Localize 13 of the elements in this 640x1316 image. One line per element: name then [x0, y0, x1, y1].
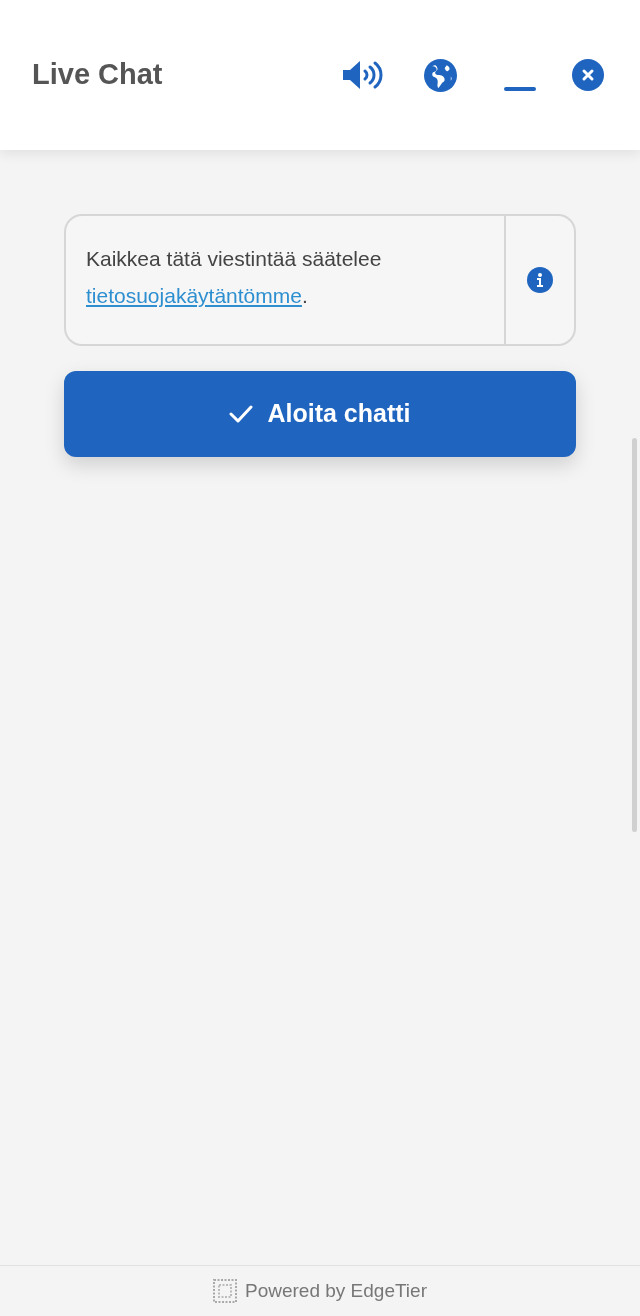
start-chat-button[interactable]: Aloita chatti [64, 371, 576, 457]
window-title: Live Chat [32, 57, 164, 93]
minimize-icon [504, 87, 536, 91]
speaker-icon [341, 60, 383, 90]
notice-text: Kaikkea tätä viestintää säätelee tietosuojakäytäntömme. [85, 246, 383, 309]
globe-icon [423, 58, 457, 92]
logo-icon [213, 1279, 237, 1303]
info-icon[interactable] [527, 267, 553, 293]
powered-by-text: Powered by EdgeTier [245, 1278, 427, 1303]
check-icon [229, 404, 254, 424]
scrollbar-thumb[interactable] [632, 438, 637, 832]
close-icon [572, 59, 604, 91]
privacy-policy-link[interactable]: tietosuojakäytäntömme [86, 284, 302, 307]
